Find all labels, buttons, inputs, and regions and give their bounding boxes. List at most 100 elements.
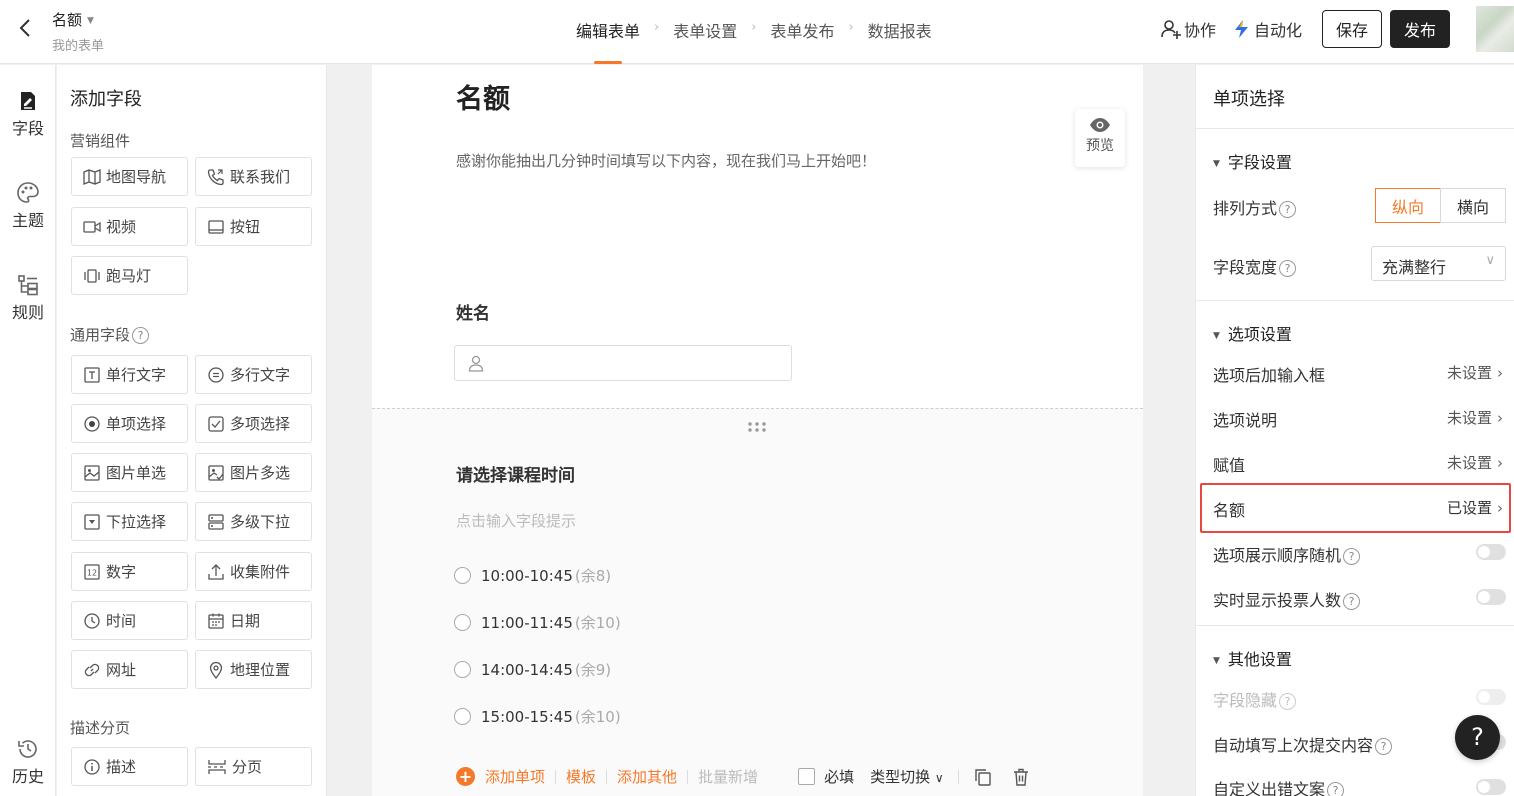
option-item[interactable]: 11:00-11:45 (余10) (454, 612, 621, 633)
trash-icon[interactable] (1011, 767, 1031, 787)
option-input-value[interactable]: 未设置 › (1447, 362, 1503, 383)
option-item[interactable]: 10:00-10:45 (余8) (454, 565, 611, 586)
option-item[interactable]: 14:00-14:45 (余9) (454, 659, 611, 680)
collab-button[interactable]: 协作 (1160, 17, 1216, 41)
rail-item-theme[interactable]: 主题 (0, 181, 56, 231)
radio-button[interactable] (454, 567, 471, 584)
option-desc-row[interactable]: 选项说明 未设置 › (1213, 407, 1503, 431)
layout-vertical-button[interactable]: 纵向 (1375, 188, 1441, 223)
caret-down-icon: ▼ (87, 16, 94, 26)
section-other-settings[interactable]: ▼ 其他设置 (1213, 646, 1292, 670)
quota-value[interactable]: 已设置 › (1447, 497, 1503, 518)
quota-row[interactable]: 名额 已设置 › (1213, 497, 1503, 521)
field-dropdown[interactable]: 下拉选择 (71, 502, 188, 541)
help-icon[interactable]: ? (1279, 260, 1297, 277)
field-single-choice[interactable]: 单项选择 (71, 404, 188, 443)
save-button[interactable]: 保存 (1322, 10, 1382, 48)
field-url[interactable]: 网址 (71, 650, 188, 689)
field-cascade-dropdown[interactable]: 多级下拉 (195, 502, 312, 541)
width-select[interactable]: 充满整行 ∨ (1371, 246, 1506, 281)
form-title[interactable]: 名额 ▼ (52, 9, 94, 30)
field-image-single[interactable]: 图片单选 (71, 453, 188, 492)
form-heading[interactable]: 名额 (456, 77, 510, 116)
template-button[interactable]: 模板 (566, 766, 596, 787)
field-video[interactable]: 视频 (71, 207, 188, 246)
question-hint-placeholder[interactable]: 点击输入字段提示 (456, 510, 576, 531)
field-number[interactable]: 12 数字 (71, 552, 188, 591)
automation-button[interactable]: 自动化 (1232, 17, 1302, 41)
question-name-label[interactable]: 姓名 (456, 299, 490, 324)
help-icon[interactable]: ? (132, 327, 150, 344)
field-button[interactable]: 按钮 (195, 207, 312, 246)
option-input-row[interactable]: 选项后加输入框 未设置 › (1213, 362, 1503, 386)
rail-item-history[interactable]: 历史 (0, 737, 56, 787)
step-form-publish[interactable]: 表单发布 (770, 18, 834, 64)
field-map-navigation[interactable]: 地图导航 (71, 157, 188, 196)
radio-button[interactable] (454, 708, 471, 725)
svg-text:12: 12 (87, 568, 97, 577)
question-course-time-label[interactable]: 请选择课程时间 (456, 461, 575, 486)
field-multi-choice[interactable]: 多项选择 (195, 404, 312, 443)
rail-item-fields[interactable]: 字段 (0, 89, 56, 139)
avatar[interactable] (1476, 6, 1514, 52)
layout-horizontal-button[interactable]: 横向 (1440, 188, 1506, 223)
hide-field-toggle[interactable] (1476, 689, 1506, 705)
field-location[interactable]: 地理位置 (195, 650, 312, 689)
drag-handle-icon[interactable] (747, 421, 767, 433)
cascade-icon (208, 513, 224, 530)
field-upload[interactable]: 收集附件 (195, 552, 312, 591)
option-item[interactable]: 15:00-15:45 (余10) (454, 706, 621, 727)
random-order-toggle[interactable] (1476, 544, 1506, 560)
form-breadcrumb[interactable]: 我的表单 (52, 35, 104, 54)
step-form-settings[interactable]: 表单设置 (673, 18, 737, 64)
field-single-line-text[interactable]: 单行文字 (71, 355, 188, 394)
help-icon[interactable]: ? (1327, 782, 1345, 796)
show-votes-toggle[interactable] (1476, 589, 1506, 605)
publish-button[interactable]: 发布 (1390, 10, 1450, 48)
step-data-report[interactable]: 数据报表 (868, 18, 932, 64)
divider (957, 769, 959, 784)
form-description[interactable]: 感谢你能抽出几分钟时间填写以下内容，现在我们马上开始吧！ (456, 150, 876, 171)
help-fab-button[interactable]: ? (1455, 715, 1500, 760)
help-icon[interactable]: ? (1343, 593, 1361, 610)
type-switch-button[interactable]: 类型切换 ∨ (870, 766, 944, 787)
field-date[interactable]: 日期 (195, 601, 312, 640)
help-icon[interactable]: ? (1343, 548, 1361, 565)
plus-circle-icon[interactable]: + (456, 767, 475, 786)
option-desc-value[interactable]: 未设置 › (1447, 407, 1503, 428)
eye-icon (1090, 118, 1110, 132)
help-icon[interactable]: ? (1375, 738, 1393, 755)
divider (687, 769, 689, 784)
selected-question-block[interactable]: 请选择课程时间 点击输入字段提示 10:00-10:45 (余8) 11:00-1… (372, 408, 1143, 796)
copy-icon[interactable] (973, 767, 993, 787)
field-page-break[interactable]: 分页 (195, 747, 312, 786)
chevron-right-icon: › (1497, 454, 1503, 472)
help-icon[interactable]: ? (1279, 693, 1297, 710)
back-button[interactable] (14, 16, 38, 40)
chevron-right-icon: › (1497, 499, 1503, 517)
preview-button[interactable]: 预览 (1075, 109, 1125, 167)
required-checkbox[interactable] (798, 768, 816, 785)
add-other-button[interactable]: 添加其他 (617, 766, 677, 787)
radio-button[interactable] (454, 661, 471, 678)
add-option-button[interactable]: 添加单项 (485, 766, 545, 787)
step-edit-form[interactable]: 编辑表单 (576, 18, 640, 64)
rail-item-rules[interactable]: 规则 (0, 273, 56, 323)
section-option-settings[interactable]: ▼ 选项设置 (1213, 321, 1292, 345)
lightning-icon (1234, 20, 1248, 38)
field-marquee[interactable]: 跑马灯 (71, 256, 188, 295)
field-time[interactable]: 时间 (71, 601, 188, 640)
field-multi-line-text[interactable]: 多行文字 (195, 355, 312, 394)
assign-value[interactable]: 未设置 › (1447, 452, 1503, 473)
field-description[interactable]: 描述 (71, 747, 188, 786)
custom-error-toggle[interactable] (1476, 779, 1506, 795)
section-field-settings[interactable]: ▼ 字段设置 (1213, 149, 1292, 173)
radio-button[interactable] (454, 614, 471, 631)
field-image-multi[interactable]: 图片多选 (195, 453, 312, 492)
field-contact-us[interactable]: 联系我们 (195, 157, 312, 196)
help-icon[interactable]: ? (1279, 201, 1297, 218)
required-label[interactable]: 必填 (824, 766, 854, 787)
name-input[interactable] (454, 345, 792, 381)
batch-add-button[interactable]: 批量新增 (698, 766, 758, 787)
assign-value-row[interactable]: 赋值 未设置 › (1213, 452, 1503, 476)
